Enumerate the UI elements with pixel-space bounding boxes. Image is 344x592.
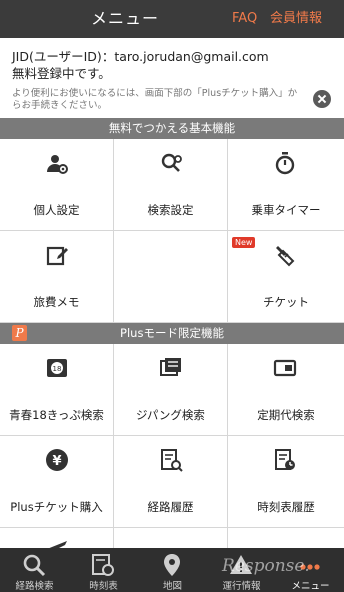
menu-item-label: チケット bbox=[263, 295, 309, 309]
menu-item-timetable-history[interactable]: 時刻表履歴 bbox=[228, 436, 344, 528]
menu-item-ride-timer[interactable]: 乗車タイマー bbox=[228, 139, 344, 231]
page-title: メニュー bbox=[90, 9, 159, 28]
app-header: メニュー FAQ 会員情報 bbox=[0, 0, 344, 38]
menu-item-seishun18-search[interactable]: 18 青春18きっぷ検索 bbox=[0, 344, 114, 436]
menu-item-label: 経路履歴 bbox=[147, 500, 194, 514]
menu-item-label: 検索設定 bbox=[147, 203, 194, 217]
menu-item-label: 旅費メモ bbox=[33, 295, 80, 309]
registration-status: 無料登録中です。 bbox=[12, 66, 111, 81]
tab-label: 経路検索 bbox=[15, 581, 54, 592]
menu-item-label: 乗車タイマー bbox=[251, 203, 321, 217]
menu-item-label: 個人設定 bbox=[33, 203, 80, 217]
menu-item-label: ジパング検索 bbox=[136, 408, 205, 422]
plus-section-title: Plusモード限定機能 bbox=[120, 326, 224, 340]
timetable-icon bbox=[92, 554, 114, 576]
gear-search-icon bbox=[161, 153, 182, 172]
new-badge: New bbox=[232, 237, 256, 248]
menu-item-label: 定期代検索 bbox=[257, 408, 315, 422]
menu-item-ticket[interactable]: New チケット bbox=[228, 231, 344, 323]
tab-map[interactable]: 地図 bbox=[138, 548, 207, 592]
tab-label: 時刻表 bbox=[89, 581, 118, 592]
timetable-history-icon bbox=[275, 449, 295, 470]
tab-route-search[interactable]: 経路検索 bbox=[0, 548, 69, 592]
free-section-header: 無料でつかえる基本機能 bbox=[0, 118, 344, 139]
svg-text:18: 18 bbox=[53, 365, 62, 373]
tab-timetable[interactable]: 時刻表 bbox=[69, 548, 138, 592]
pass-card-icon bbox=[160, 358, 181, 376]
close-notice-button[interactable] bbox=[313, 90, 331, 108]
route-history-icon bbox=[161, 449, 183, 472]
account-info-link[interactable]: 会員情報 bbox=[270, 0, 322, 38]
menu-item-label: Plusチケット購入 bbox=[10, 500, 103, 514]
plus-section-header: P Plusモード限定機能 bbox=[0, 323, 344, 344]
menu-item-travel-memo[interactable]: 旅費メモ bbox=[0, 231, 114, 323]
tab-label: 運行情報 bbox=[222, 581, 261, 592]
tab-label: メニュー bbox=[291, 581, 330, 592]
menu-item-commuter-pass-search[interactable]: 定期代検索 bbox=[228, 344, 344, 436]
upgrade-notice: より便利にお使いになるには、画面下部の「Plusチケット購入」からお手続きくださ… bbox=[12, 88, 298, 111]
edit-note-icon bbox=[46, 246, 68, 266]
commuter-pass-icon bbox=[273, 359, 297, 377]
menu-item-empty bbox=[114, 231, 228, 323]
map-pin-icon bbox=[164, 554, 180, 576]
gear-person-icon bbox=[47, 155, 68, 174]
tab-label: 地図 bbox=[162, 581, 182, 592]
ticket-18-icon: 18 bbox=[47, 359, 67, 377]
watermark: Response. bbox=[222, 556, 310, 576]
menu-item-route-history[interactable]: 経路履歴 bbox=[114, 436, 228, 528]
faq-link[interactable]: FAQ bbox=[232, 0, 257, 38]
menu-item-personal-settings[interactable]: 個人設定 bbox=[0, 139, 114, 231]
free-section-title: 無料でつかえる基本機能 bbox=[108, 121, 236, 135]
search-icon bbox=[23, 554, 46, 577]
menu-item-label: 青春18きっぷ検索 bbox=[9, 408, 104, 422]
plus-mode-badge: P bbox=[12, 325, 27, 341]
yen-coin-icon: ¥ bbox=[46, 449, 68, 471]
menu-item-plus-ticket-purchase[interactable]: ¥ Plusチケット購入 bbox=[0, 436, 114, 528]
svg-text:¥: ¥ bbox=[52, 454, 61, 469]
menu-item-label: 時刻表履歴 bbox=[257, 500, 315, 514]
menu-item-search-settings[interactable]: 検索設定 bbox=[114, 139, 228, 231]
ticket-icon bbox=[276, 246, 295, 267]
stopwatch-icon bbox=[275, 152, 295, 175]
menu-item-zipangu-search[interactable]: ジパング検索 bbox=[114, 344, 228, 436]
